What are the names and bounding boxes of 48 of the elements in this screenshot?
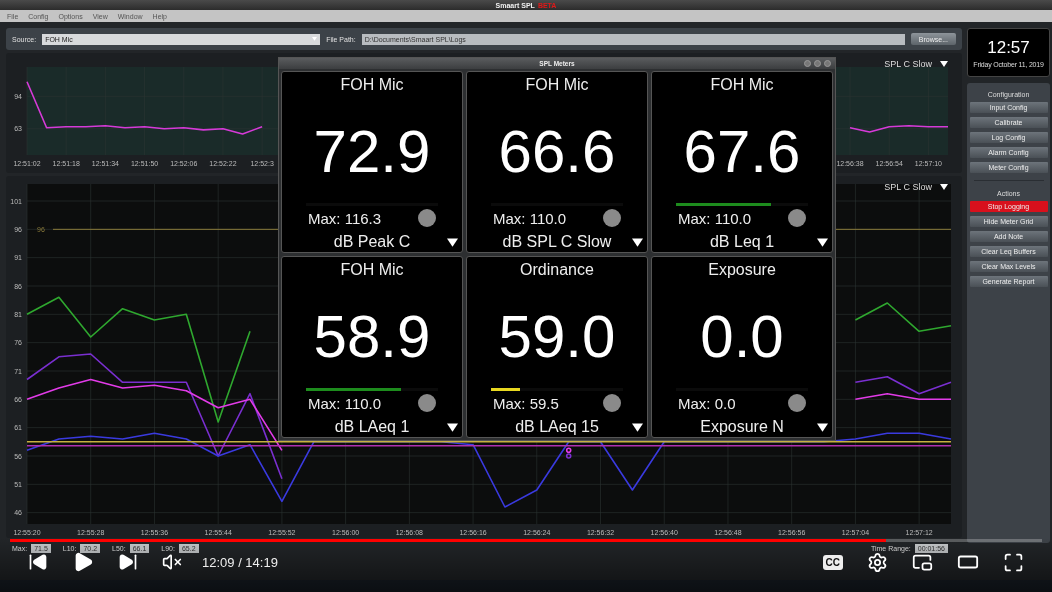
status-indicator [788, 209, 806, 227]
status-indicator [418, 209, 436, 227]
meter-value: 72.9 [313, 120, 431, 184]
settings-button[interactable] [867, 551, 888, 573]
meter-max: Max: 110.0 [493, 209, 567, 227]
dropdown-icon [447, 423, 458, 432]
unit-select[interactable]: dB LAeq 1 [334, 418, 410, 436]
unit-select[interactable]: dB SPL C Slow [502, 233, 612, 251]
status-indicator [603, 394, 621, 412]
clock-time: 12:57 [987, 37, 1030, 58]
meter-value: 59.0 [498, 305, 616, 369]
dropdown-icon [940, 184, 948, 190]
meter-max: Max: 59.5 [493, 394, 559, 412]
meter-max: Max: 0.0 [678, 394, 736, 412]
meter-source: Ordinance [520, 261, 594, 279]
next-button[interactable] [118, 552, 138, 572]
meter-source: FOH Mic [340, 76, 404, 94]
previous-button[interactable] [28, 552, 48, 572]
fullscreen-button[interactable] [1003, 551, 1024, 573]
unit-select[interactable]: dB Peak C [333, 233, 411, 251]
meter-max: Max: 110.0 [308, 394, 382, 412]
status-indicator [788, 394, 806, 412]
dropdown-icon [632, 238, 643, 247]
video-time: 12:09 / 14:19 [202, 554, 278, 570]
unit-select[interactable]: dB Leq 1 [709, 233, 775, 251]
metric-select[interactable]: SPL C Slow [884, 59, 932, 69]
unit-select[interactable]: Exposure N [700, 418, 784, 436]
captions-button[interactable]: CC [822, 554, 843, 570]
unit-select[interactable]: dB LAeq 15 [515, 418, 599, 436]
meter-value: 67.6 [683, 120, 801, 184]
mute-button[interactable] [162, 552, 182, 572]
meter-max: Max: 110.0 [678, 209, 752, 227]
meter-source: FOH Mic [340, 261, 404, 279]
dropdown-icon [632, 423, 643, 432]
meter-source: Exposure [708, 261, 776, 279]
status-indicator [418, 394, 436, 412]
meter-source: FOH Mic [525, 76, 589, 94]
dropdown-icon [817, 423, 828, 432]
dropdown-icon [447, 238, 458, 247]
meter-value: 66.6 [498, 120, 616, 184]
meter-value: 0.0 [700, 305, 784, 369]
meter-value: 58.9 [313, 305, 431, 369]
dropdown-icon [817, 238, 828, 247]
status-indicator [603, 209, 621, 227]
meter-max: Max: 116.3 [308, 209, 382, 227]
caret-icon [312, 37, 318, 41]
metric-select[interactable]: SPL C Slow [884, 182, 932, 192]
meter-source: FOH Mic [710, 76, 774, 94]
